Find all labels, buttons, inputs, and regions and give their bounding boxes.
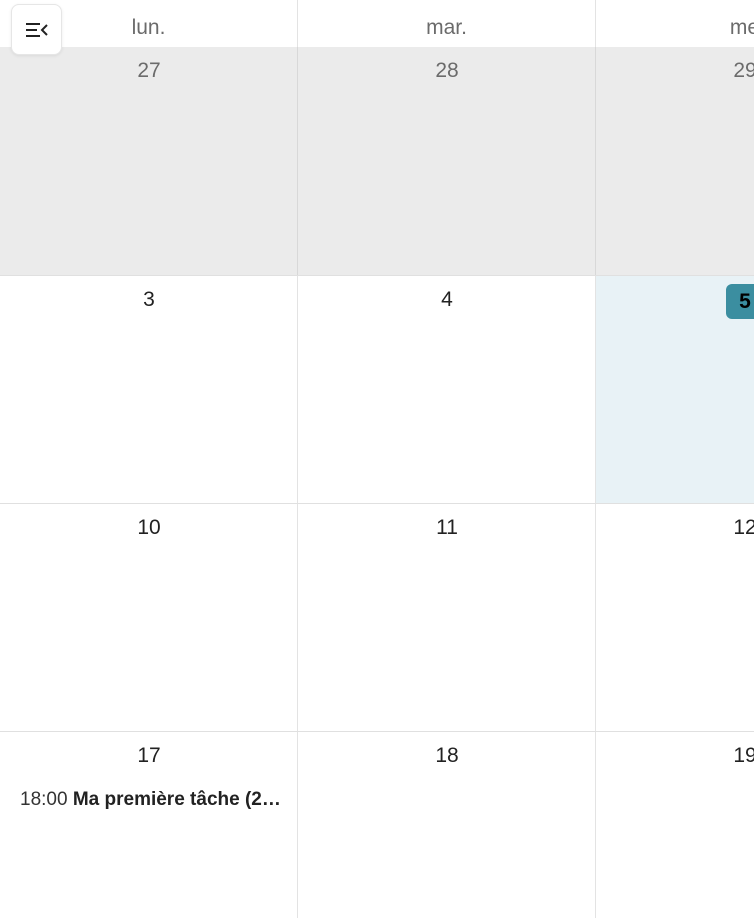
- day-cell-today[interactable]: 5: [596, 276, 754, 503]
- week-row: 10 11 12: [0, 503, 754, 731]
- menu-toggle-button[interactable]: [11, 4, 62, 55]
- day-number: 11: [436, 516, 458, 539]
- today-badge: 5: [726, 284, 754, 319]
- day-cell[interactable]: 10: [0, 504, 298, 731]
- day-cell[interactable]: 12: [596, 504, 754, 731]
- day-number: 17: [137, 744, 161, 767]
- day-cell[interactable]: 18: [298, 732, 596, 918]
- day-number: 27: [137, 59, 161, 82]
- day-number: 18: [435, 744, 459, 767]
- day-cell[interactable]: 4: [298, 276, 596, 503]
- day-number: 29: [733, 59, 754, 82]
- day-cell[interactable]: 17 18:00 Ma première tâche (2…: [0, 732, 298, 918]
- week-row: 27 28 29: [0, 47, 754, 275]
- day-cell[interactable]: 27: [0, 47, 298, 275]
- day-number: 28: [435, 59, 459, 82]
- day-number: 10: [137, 516, 161, 539]
- day-cell[interactable]: 19: [596, 732, 754, 918]
- day-number: 4: [441, 288, 453, 311]
- day-cell[interactable]: 3: [0, 276, 298, 503]
- event-time: 18:00: [20, 789, 68, 810]
- weekday-header-row: lun. mar. me: [0, 0, 754, 47]
- week-row: 17 18:00 Ma première tâche (2… 18 19: [0, 731, 754, 918]
- month-calendar: lun. mar. me 27 28 29 3 4 5 10 11 12 17 …: [0, 0, 754, 918]
- day-cell[interactable]: 29: [596, 47, 754, 275]
- day-number: 19: [733, 744, 754, 767]
- event-title: Ma première tâche (2…: [72, 789, 281, 810]
- calendar-event[interactable]: 18:00 Ma première tâche (2…: [20, 788, 292, 812]
- day-number: 3: [143, 288, 155, 311]
- day-number: 12: [733, 516, 754, 539]
- week-row: 3 4 5: [0, 275, 754, 503]
- day-cell[interactable]: 28: [298, 47, 596, 275]
- menu-collapse-icon: [25, 22, 48, 37]
- day-cell[interactable]: 11: [298, 504, 596, 731]
- weekday-header-tuesday: mar.: [298, 0, 596, 47]
- weekday-header-wednesday: me: [596, 0, 754, 47]
